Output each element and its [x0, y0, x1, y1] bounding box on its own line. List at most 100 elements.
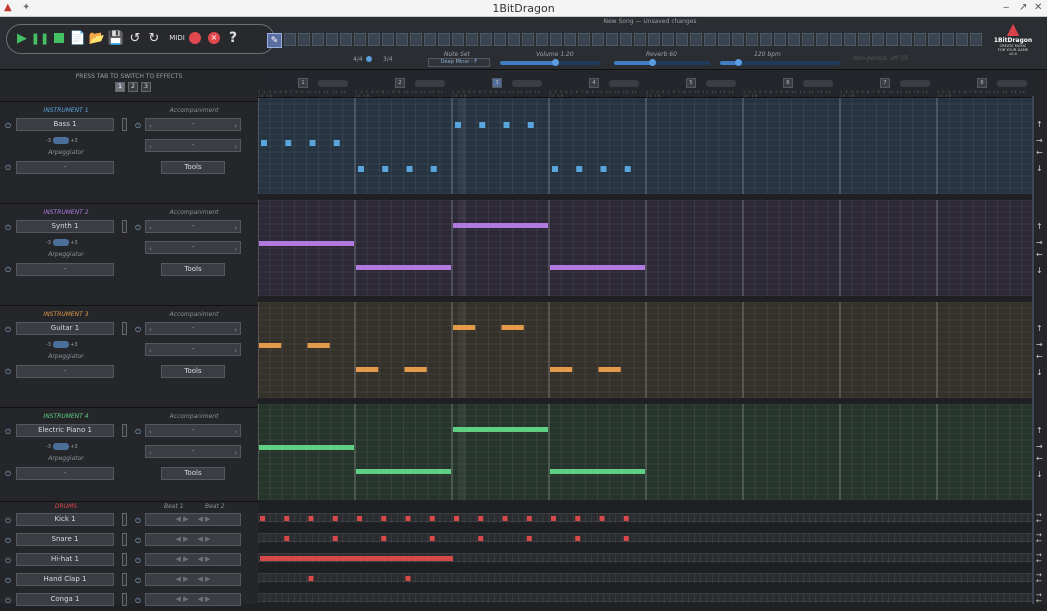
note[interactable]: [356, 367, 379, 372]
tools-button[interactable]: Tools: [161, 263, 225, 276]
tools-button[interactable]: Tools: [161, 467, 225, 480]
drum-select[interactable]: Conga 1: [16, 593, 114, 606]
pattern-slot[interactable]: [802, 33, 814, 46]
scroll-left-icon[interactable]: ←: [1036, 517, 1042, 525]
note[interactable]: [406, 166, 413, 172]
drum-beat-select[interactable]: ◀ ▶ ◀ ▶: [145, 533, 241, 546]
note[interactable]: [259, 445, 354, 450]
tools-button[interactable]: Tools: [161, 161, 225, 174]
drum-mini-toggle[interactable]: [122, 593, 127, 606]
piano-pane[interactable]: [258, 404, 1034, 500]
accompaniment-select-2[interactable]: ‹ - ›: [145, 343, 241, 356]
scroll-left-icon[interactable]: ←: [1036, 148, 1043, 157]
undo-icon[interactable]: ↺: [128, 31, 142, 45]
power-icon[interactable]: ⏻: [134, 517, 142, 525]
note[interactable]: [550, 265, 645, 270]
panic-stop-icon[interactable]: ×: [207, 31, 221, 45]
drum-hit[interactable]: [308, 576, 314, 581]
note[interactable]: [501, 325, 524, 330]
note[interactable]: [455, 122, 461, 128]
scroll-left-icon[interactable]: ←: [1036, 250, 1043, 259]
pattern-slot[interactable]: [746, 33, 758, 46]
drum-hit[interactable]: [454, 516, 459, 521]
bass-pane[interactable]: [258, 98, 1034, 194]
tools-button[interactable]: Tools: [161, 365, 225, 378]
accompaniment-select-2[interactable]: ‹ - ›: [145, 445, 241, 458]
bar-header-cell[interactable]: 1 1 2 3 4 5 6 7 8 9 10 11 12 13 14 15 16: [258, 74, 354, 98]
fx-tab-1[interactable]: 1: [115, 82, 125, 92]
pattern-slot[interactable]: [956, 33, 968, 46]
pattern-slot[interactable]: [690, 33, 702, 46]
drum-beat-select[interactable]: ◀ ▶ ◀ ▶: [145, 593, 241, 606]
drum-mini-toggle[interactable]: [122, 573, 127, 586]
bar-pill[interactable]: [997, 80, 1027, 87]
power-icon[interactable]: ⏻: [134, 537, 142, 545]
new-file-icon[interactable]: 📄: [70, 31, 86, 45]
note[interactable]: [333, 140, 340, 146]
drum-hit[interactable]: [284, 516, 290, 521]
open-folder-icon[interactable]: 📂: [89, 31, 105, 45]
note[interactable]: [356, 469, 451, 474]
drum-hit[interactable]: [429, 536, 435, 541]
power-icon[interactable]: ⏻: [4, 266, 12, 274]
bar-number[interactable]: 7: [880, 78, 890, 88]
pattern-slot[interactable]: [928, 33, 940, 46]
note[interactable]: [527, 122, 534, 128]
pattern-slot[interactable]: [704, 33, 716, 46]
power-icon[interactable]: ⏻: [4, 164, 12, 172]
pattern-slot[interactable]: [886, 33, 898, 46]
pattern-slot[interactable]: [648, 33, 660, 46]
instrument-mini-toggle[interactable]: [122, 424, 127, 437]
bar-number[interactable]: 5: [686, 78, 696, 88]
bar-number[interactable]: 4: [589, 78, 599, 88]
reverb-slider[interactable]: [614, 59, 710, 66]
drum-beat-select[interactable]: ◀ ▶ ◀ ▶: [145, 513, 241, 526]
drum-hit[interactable]: [260, 556, 453, 561]
pattern-slot[interactable]: [620, 33, 632, 46]
minimize-icon[interactable]: ‒: [1003, 2, 1009, 13]
power-icon[interactable]: ⏻: [4, 224, 12, 232]
fx-tab-2[interactable]: 2: [128, 82, 138, 92]
instrument-select[interactable]: Synth 1: [16, 220, 114, 233]
drum-hit[interactable]: [260, 516, 265, 521]
scroll-right-icon[interactable]: →: [1036, 442, 1043, 451]
drum-hit[interactable]: [526, 516, 532, 521]
guitar-pane[interactable]: [258, 302, 1034, 398]
note[interactable]: [382, 166, 389, 172]
bar-header-cell[interactable]: 8 1 2 3 4 5 6 7 8 9 10 11 12 13 14 15 16: [937, 74, 1033, 98]
instrument-mini-toggle[interactable]: [122, 322, 127, 335]
pattern-slot[interactable]: [774, 33, 786, 46]
power-icon[interactable]: ⏻: [4, 326, 12, 334]
pattern-slot[interactable]: [872, 33, 884, 46]
drum-hit[interactable]: [381, 516, 387, 521]
pattern-slot[interactable]: [396, 33, 408, 46]
power-icon[interactable]: ⏻: [4, 517, 12, 525]
drum-select[interactable]: Hand Clap 1: [16, 573, 114, 586]
drum-mini-toggle[interactable]: [122, 533, 127, 546]
bar-number[interactable]: 1: [298, 78, 308, 88]
redo-icon[interactable]: ↻: [147, 31, 161, 45]
pattern-slot[interactable]: [550, 33, 562, 46]
instrument-mini-toggle[interactable]: [122, 118, 127, 131]
drum-hit[interactable]: [502, 516, 508, 521]
pattern-slot[interactable]: [564, 33, 576, 46]
note[interactable]: [261, 140, 267, 146]
fx-tab-3[interactable]: 3: [141, 82, 151, 92]
power-icon[interactable]: ⏻: [4, 470, 12, 478]
power-icon[interactable]: ⏻: [134, 122, 142, 130]
pattern-slot[interactable]: [480, 33, 492, 46]
time-signature-toggle[interactable]: [366, 56, 372, 62]
pattern-slot[interactable]: [676, 33, 688, 46]
bar-pill[interactable]: [318, 80, 348, 87]
bar-pill[interactable]: [706, 80, 736, 87]
bar-pill[interactable]: [415, 80, 445, 87]
pattern-slot[interactable]: [354, 33, 366, 46]
bar-header-cell[interactable]: 6 1 2 3 4 5 6 7 8 9 10 11 12 13 14 15 16: [743, 74, 839, 98]
bar-pill[interactable]: [609, 80, 639, 87]
pattern-sequence-strip[interactable]: [284, 33, 984, 47]
pattern-slot[interactable]: [732, 33, 744, 46]
note[interactable]: [503, 122, 510, 128]
drum-hit[interactable]: [332, 536, 338, 541]
drum-hit[interactable]: [405, 576, 411, 581]
drum-mini-toggle[interactable]: [122, 553, 127, 566]
